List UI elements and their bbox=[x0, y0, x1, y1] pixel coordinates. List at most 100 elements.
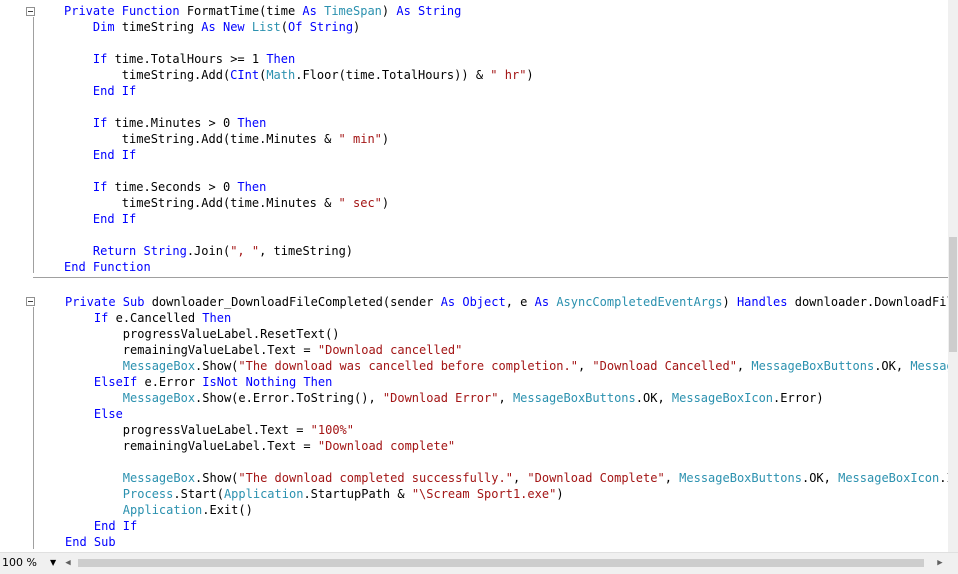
code-token: MessageBoxIcon bbox=[838, 471, 940, 485]
code-token: List bbox=[251, 20, 281, 34]
code-line[interactable]: If e.Cancelled Then bbox=[65, 310, 231, 326]
collapse-sub-icon[interactable] bbox=[26, 297, 35, 306]
code-line[interactable]: MessageBox.Show("The download completed … bbox=[65, 470, 948, 486]
code-token: " hr" bbox=[490, 68, 527, 82]
horizontal-scrollbar[interactable]: ◀ ▶ bbox=[62, 555, 946, 571]
code-line[interactable]: End If bbox=[65, 518, 137, 534]
vertical-scroll-thumb[interactable] bbox=[949, 237, 957, 352]
code-token: "The download completed successfully." bbox=[238, 471, 513, 485]
code-line[interactable]: timeString.Add(time.Minutes & " min") bbox=[64, 131, 389, 147]
code-token: Then bbox=[202, 311, 232, 325]
code-token: As Object bbox=[440, 295, 506, 309]
code-token: ) bbox=[353, 20, 361, 34]
code-token: End If bbox=[93, 519, 138, 533]
horizontal-scroll-thumb[interactable] bbox=[78, 559, 924, 567]
code-token: "\Scream Sport1.exe" bbox=[411, 487, 557, 501]
code-token: End If bbox=[92, 148, 137, 162]
editor-status-bar: 100 % ▼ ◀ ▶ bbox=[0, 552, 958, 574]
code-token: MessageBoxButtons bbox=[679, 471, 802, 485]
code-token: MessageBox bbox=[122, 359, 196, 373]
code-token: ) bbox=[381, 4, 397, 18]
zoom-label: 100 % bbox=[2, 556, 37, 569]
code-line[interactable]: Return String.Join(", ", timeString) bbox=[64, 243, 353, 259]
code-token: If bbox=[92, 180, 115, 194]
code-token: ) bbox=[381, 132, 390, 146]
code-line[interactable]: If time.Seconds > 0 Then bbox=[64, 179, 266, 195]
code-line[interactable]: End If bbox=[64, 147, 136, 163]
code-line[interactable]: Application.Exit() bbox=[65, 502, 253, 518]
code-token: downloader_DownloadFileCompleted(sender bbox=[151, 295, 441, 309]
code-token: End Sub bbox=[65, 535, 116, 549]
code-line[interactable]: ElseIf e.Error IsNot Nothing Then bbox=[65, 374, 332, 390]
code-token: Else bbox=[93, 407, 123, 421]
collapse-function-icon[interactable] bbox=[26, 7, 35, 16]
code-token: timeString.Add( bbox=[64, 68, 231, 82]
code-token: .Exit() bbox=[202, 503, 253, 517]
code-line[interactable]: If time.TotalHours >= 1 Then bbox=[64, 51, 295, 67]
code-token: ) bbox=[381, 196, 390, 210]
code-line[interactable]: Else bbox=[65, 406, 123, 422]
code-token: timeString.Add(time.Minutes & bbox=[64, 196, 339, 210]
code-line[interactable]: End If bbox=[64, 211, 136, 227]
code-token: Application bbox=[223, 487, 304, 501]
code-token: , bbox=[664, 471, 680, 485]
code-token: Of String bbox=[288, 20, 354, 34]
code-token: "Download Cancelled" bbox=[592, 359, 737, 373]
code-line[interactable]: progressValueLabel.ResetText() bbox=[65, 326, 340, 342]
code-line[interactable]: remainingValueLabel.Text = "Download can… bbox=[65, 342, 463, 358]
code-token: MessageBox bbox=[122, 471, 196, 485]
code-token: AsyncCompletedEventArgs bbox=[556, 295, 723, 309]
code-line[interactable]: progressValueLabel.Text = "100%" bbox=[65, 422, 354, 438]
zoom-dropdown[interactable]: 100 % ▼ bbox=[0, 554, 60, 572]
code-line[interactable]: timeString.Add(time.Minutes & " sec") bbox=[64, 195, 389, 211]
code-token: MessageBoxButtons bbox=[751, 359, 875, 373]
code-token: Return String bbox=[92, 244, 187, 258]
code-token: ) bbox=[722, 295, 737, 309]
code-token: If bbox=[92, 52, 115, 66]
code-token: time.Minutes > 0 bbox=[114, 116, 238, 130]
code-line[interactable]: Dim timeString As New List(Of String) bbox=[64, 19, 360, 35]
code-token: .Show( bbox=[195, 359, 239, 373]
code-token: ( bbox=[280, 20, 289, 34]
code-token: Handles bbox=[736, 295, 795, 309]
code-line[interactable]: End Sub bbox=[65, 534, 116, 550]
code-line[interactable]: Private Function FormatTime(time As Time… bbox=[64, 3, 461, 19]
vertical-scrollbar[interactable] bbox=[948, 0, 958, 552]
code-token: Math bbox=[266, 68, 296, 82]
code-line[interactable]: Private Sub downloader_DownloadFileCompl… bbox=[65, 294, 948, 310]
code-token: , bbox=[736, 359, 752, 373]
code-token: End If bbox=[92, 212, 137, 226]
code-token: " sec" bbox=[338, 196, 382, 210]
code-line[interactable]: MessageBox.Show(e.Error.ToString(), "Dow… bbox=[65, 390, 824, 406]
code-line[interactable]: End If bbox=[64, 83, 136, 99]
code-token: .OK, bbox=[874, 359, 911, 373]
code-token: MessageBo bbox=[910, 359, 948, 373]
code-token: "Download cancelled" bbox=[317, 343, 463, 357]
code-line[interactable]: If time.Minutes > 0 Then bbox=[64, 115, 266, 131]
scroll-right-icon[interactable]: ▶ bbox=[934, 555, 946, 571]
code-token: Application bbox=[122, 503, 203, 517]
code-token: As bbox=[534, 295, 557, 309]
code-token: End If bbox=[92, 84, 137, 98]
code-line[interactable]: End Function bbox=[64, 259, 151, 275]
scroll-left-icon[interactable]: ◀ bbox=[62, 555, 74, 571]
code-token: .Error) bbox=[773, 391, 824, 405]
code-editor[interactable]: Private Function FormatTime(time As Time… bbox=[0, 0, 948, 552]
code-token: .Info bbox=[939, 471, 948, 485]
code-token: timeString.Add(time.Minutes & bbox=[64, 132, 339, 146]
code-line[interactable]: MessageBox.Show("The download was cancel… bbox=[65, 358, 948, 374]
code-token: , bbox=[498, 391, 513, 405]
code-token: "The download was cancelled before compl… bbox=[238, 359, 578, 373]
code-token: Then bbox=[237, 180, 267, 194]
code-line[interactable]: Process.Start(Application.StartupPath & … bbox=[65, 486, 564, 502]
code-token: "Download complete" bbox=[317, 439, 456, 453]
code-line[interactable]: remainingValueLabel.Text = "Download com… bbox=[65, 438, 455, 454]
code-line[interactable]: timeString.Add(CInt(Math.Floor(time.Tota… bbox=[64, 67, 534, 83]
